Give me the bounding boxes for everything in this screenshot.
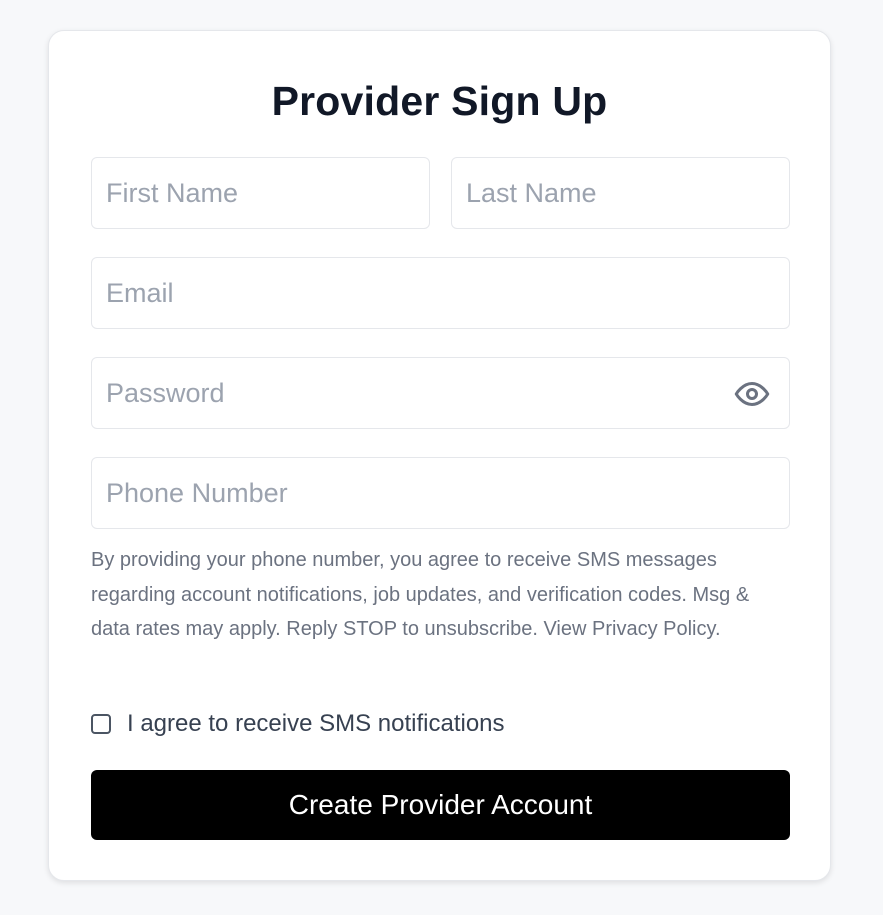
- phone-number-field: [91, 457, 790, 529]
- sms-disclaimer: By providing your phone number, you agre…: [91, 549, 750, 640]
- last-name-field: [451, 157, 790, 229]
- page-title: Provider Sign Up: [271, 78, 608, 124]
- sms-consent: I agree to receive SMS notifications: [91, 707, 505, 741]
- phone-number-input[interactable]: [92, 458, 789, 528]
- email-field: [91, 257, 790, 329]
- password-input[interactable]: [92, 358, 789, 428]
- password-field: [91, 357, 790, 429]
- sms-consent-label[interactable]: I agree to receive SMS notifications: [127, 710, 505, 738]
- create-account-button[interactable]: Create Provider Account: [91, 770, 790, 840]
- email-input[interactable]: [92, 258, 789, 328]
- last-name-input[interactable]: [452, 158, 789, 228]
- first-name-input[interactable]: [92, 158, 429, 228]
- signup-card: Provider Sign Up By providing your phone…: [48, 30, 831, 881]
- sms-consent-checkbox[interactable]: [91, 714, 111, 734]
- eye-icon[interactable]: [733, 376, 771, 412]
- first-name-field: [91, 157, 430, 229]
